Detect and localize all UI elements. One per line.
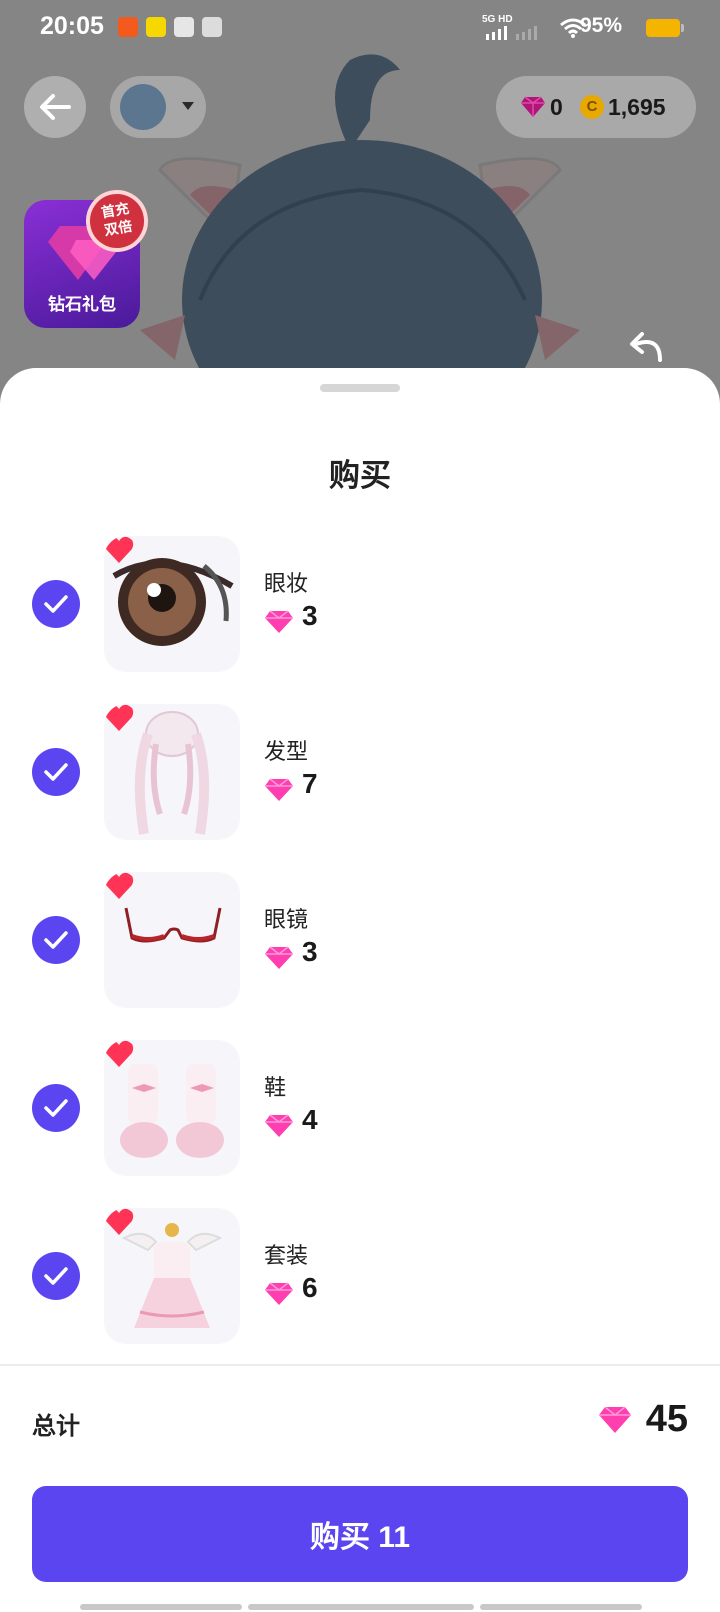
back-button[interactable] (24, 76, 86, 138)
diamond-balance: 0 (550, 94, 563, 120)
item-name: 眼妆 (264, 572, 309, 597)
item-price: 7 (302, 768, 318, 799)
status-time: 20:05 (40, 12, 104, 40)
app-notification-icon (118, 17, 138, 37)
coin-icon: C (580, 95, 604, 119)
list-item: 发型 7 (0, 704, 720, 840)
item-thumbnail[interactable] (104, 1040, 240, 1176)
diamond-icon (265, 946, 293, 969)
item-checkbox[interactable] (32, 748, 80, 796)
item-price: 4 (302, 1104, 318, 1135)
item-name: 鞋 (264, 1076, 287, 1101)
diamond-icon (265, 610, 293, 633)
total-value: 45 (645, 1398, 688, 1440)
network-label: 5G HD (482, 14, 513, 25)
avatar (120, 84, 166, 130)
diamond-icon (599, 1406, 631, 1433)
total-label: 总计 (32, 1412, 80, 1440)
heart-icon[interactable] (104, 704, 134, 732)
diamond-icon (521, 96, 545, 117)
gesture-bar (80, 1604, 242, 1610)
heart-icon[interactable] (104, 1208, 134, 1236)
item-name: 套装 (264, 1244, 309, 1269)
heart-icon[interactable] (104, 536, 134, 564)
item-checkbox[interactable] (32, 916, 80, 964)
diamond-icon (265, 778, 293, 801)
sheet-grabber[interactable] (320, 384, 400, 392)
gift-pack-label: 钻石礼包 (48, 295, 116, 315)
item-checkbox[interactable] (32, 580, 80, 628)
item-price: 6 (302, 1272, 318, 1303)
item-checkbox[interactable] (32, 1084, 80, 1132)
app-notification-icon (202, 17, 222, 37)
item-name: 发型 (264, 740, 309, 765)
app-notification-icon (146, 17, 166, 37)
undo-icon[interactable] (620, 322, 670, 372)
battery-icon (646, 19, 684, 37)
checkmark-icon (44, 1099, 68, 1117)
divider (0, 1364, 720, 1366)
item-name: 眼镜 (264, 908, 309, 933)
item-checkbox[interactable] (32, 1252, 80, 1300)
signal-icon (486, 26, 537, 40)
gesture-bar (480, 1604, 642, 1610)
heart-icon[interactable] (104, 872, 134, 900)
battery-percent: 95% (579, 14, 622, 37)
currency-balance[interactable]: 0 C 1,695 (496, 76, 696, 138)
heart-icon[interactable] (104, 1040, 134, 1068)
list-item: 鞋 4 (0, 1040, 720, 1176)
item-thumbnail[interactable] (104, 872, 240, 1008)
buy-button[interactable]: 购买 11 (32, 1486, 688, 1582)
diamond-icon (265, 1114, 293, 1137)
item-thumbnail[interactable] (104, 1208, 240, 1344)
checkmark-icon (44, 595, 68, 613)
list-item: 眼镜 3 (0, 872, 720, 1008)
item-thumbnail[interactable] (104, 536, 240, 672)
app-notification-icon (174, 17, 194, 37)
item-price: 3 (302, 936, 318, 967)
list-item: 套装 6 (0, 1208, 720, 1344)
checkmark-icon (44, 763, 68, 781)
avatar-switcher[interactable] (110, 76, 206, 138)
sheet-title: 购买 (329, 458, 391, 494)
checkmark-icon (44, 931, 68, 949)
arrow-left-icon (40, 94, 71, 120)
coin-balance: 1,695 (608, 94, 666, 120)
checkmark-icon (44, 1267, 68, 1285)
item-price: 3 (302, 600, 318, 631)
gesture-bar (248, 1604, 474, 1610)
diamond-icon (265, 1282, 293, 1305)
list-item: 眼妆 3 (0, 536, 720, 672)
item-thumbnail[interactable] (104, 704, 240, 840)
status-bar: 20:05 5G HD 95% (0, 0, 720, 56)
chevron-down-icon (182, 102, 194, 110)
